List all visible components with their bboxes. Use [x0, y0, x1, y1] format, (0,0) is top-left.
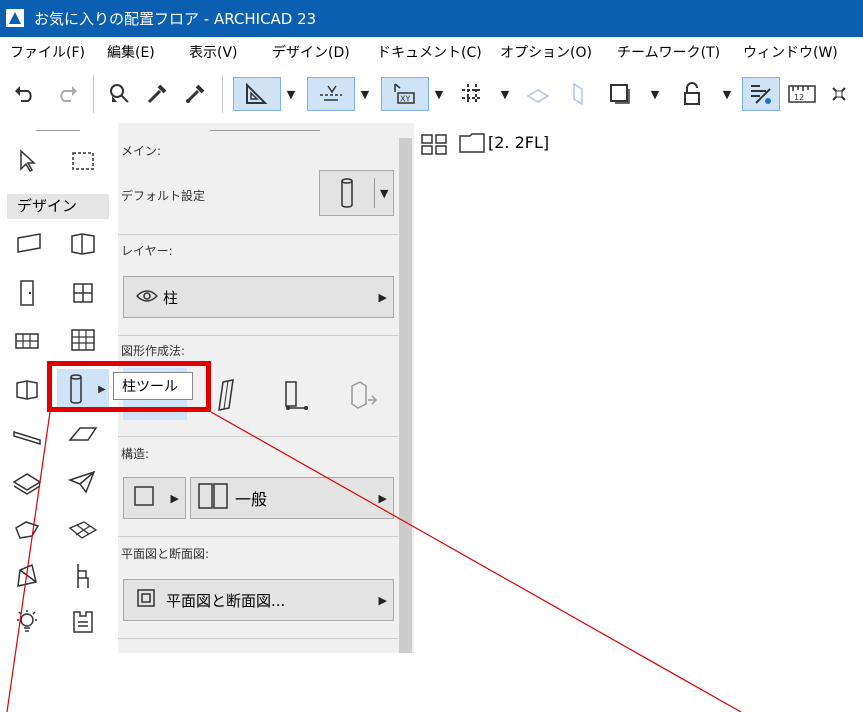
annotation-lines	[6, 411, 742, 712]
annotation-line-right	[210, 411, 742, 712]
annotation-line-left	[6, 411, 51, 712]
